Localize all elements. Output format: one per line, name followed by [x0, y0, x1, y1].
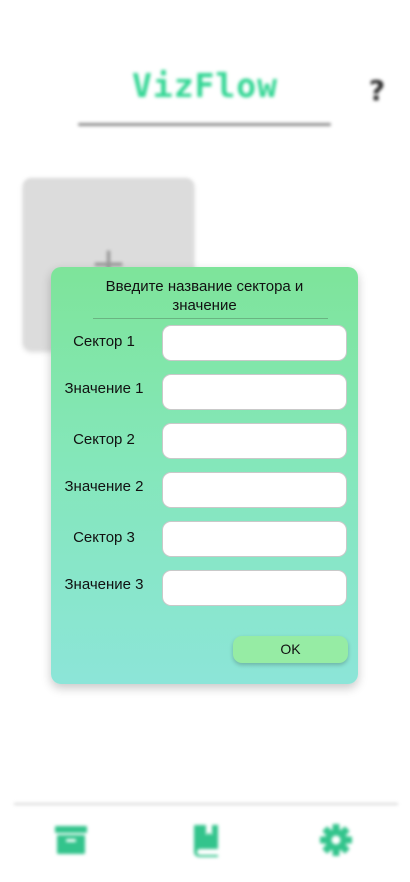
sector-3-input[interactable] — [162, 521, 347, 557]
sector-1-input[interactable] — [162, 325, 347, 361]
nav-book-button[interactable] — [189, 822, 225, 858]
sector-2-input[interactable] — [162, 423, 347, 459]
sector-2-label: Сектор 2 — [73, 431, 135, 448]
gear-icon — [320, 824, 352, 856]
bottom-nav-divider — [14, 803, 398, 805]
nav-settings-button[interactable] — [318, 822, 354, 858]
dialog-divider — [93, 318, 328, 319]
app-logo: VizFlow — [131, 66, 279, 105]
logo-underline — [78, 123, 331, 126]
sector-3-label: Сектор 3 — [73, 529, 135, 546]
help-button[interactable]: ? — [364, 73, 390, 109]
screen: VizFlow ? + Введите название сектора и з… — [0, 0, 410, 882]
value-2-input[interactable] — [162, 472, 347, 508]
ok-button[interactable]: OK — [233, 636, 348, 663]
value-1-input[interactable] — [162, 374, 347, 410]
value-2-label: Значение 2 — [64, 478, 144, 495]
book-icon — [194, 825, 218, 857]
sector-1-label: Сектор 1 — [73, 333, 135, 350]
dialog-title: Введите название сектора и значение — [105, 278, 304, 314]
archive-icon — [55, 826, 87, 854]
sector-input-dialog: Введите название сектора и значение Сект… — [51, 267, 358, 684]
value-1-label: Значение 1 — [64, 380, 144, 397]
nav-archive-button[interactable] — [53, 822, 89, 858]
value-3-input[interactable] — [162, 570, 347, 606]
value-3-label: Значение 3 — [64, 576, 144, 593]
